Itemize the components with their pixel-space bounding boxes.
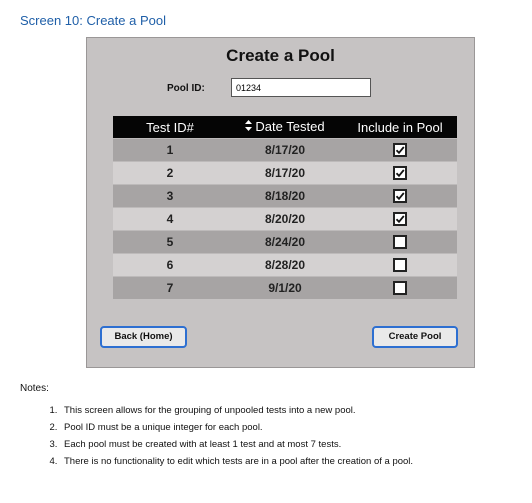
notes-list: This screen allows for the grouping of u… bbox=[40, 402, 530, 470]
header-include-label: Include in Pool bbox=[357, 119, 443, 135]
create-pool-panel: Create a Pool Pool ID: Test ID# Date Tes… bbox=[86, 37, 475, 368]
test-id-cell: 2 bbox=[113, 161, 227, 185]
note-item: This screen allows for the grouping of u… bbox=[60, 402, 530, 419]
date-tested-cell: 8/17/20 bbox=[227, 138, 343, 162]
test-id-cell: 3 bbox=[113, 184, 227, 208]
screen-title: Screen 10: Create a Pool bbox=[20, 13, 166, 28]
test-id-cell: 7 bbox=[113, 276, 227, 299]
create-pool-button[interactable]: Create Pool bbox=[372, 326, 458, 348]
pool-id-label: Pool ID: bbox=[167, 83, 205, 94]
include-checkbox[interactable] bbox=[393, 281, 407, 296]
date-tested-cell: 9/1/20 bbox=[227, 276, 343, 299]
include-checkbox[interactable] bbox=[393, 235, 407, 250]
date-tested-cell: 8/28/20 bbox=[227, 253, 343, 277]
test-id-cell: 6 bbox=[113, 253, 227, 277]
date-tested-cell: 8/20/20 bbox=[227, 207, 343, 231]
include-cell bbox=[343, 161, 457, 185]
notes-label: Notes: bbox=[20, 383, 49, 394]
include-checkbox-checked[interactable] bbox=[393, 212, 407, 227]
tests-table: Test ID# Date Tested Include in Pool 1 8/… bbox=[113, 116, 457, 299]
include-cell bbox=[343, 138, 457, 162]
note-item: There is no functionality to edit which … bbox=[60, 453, 530, 470]
test-id-cell: 1 bbox=[113, 138, 227, 162]
include-checkbox-checked[interactable] bbox=[393, 166, 407, 181]
include-checkbox-checked[interactable] bbox=[393, 189, 407, 204]
pool-id-input[interactable] bbox=[231, 78, 371, 97]
include-cell bbox=[343, 184, 457, 208]
table-row: 4 8/20/20 bbox=[113, 207, 457, 231]
table-row: 6 8/28/20 bbox=[113, 253, 457, 277]
table-row: 3 8/18/20 bbox=[113, 184, 457, 208]
include-cell bbox=[343, 253, 457, 277]
table-row: 7 9/1/20 bbox=[113, 276, 457, 299]
header-date-tested[interactable]: Date Tested bbox=[227, 116, 343, 139]
table-row: 1 8/17/20 bbox=[113, 138, 457, 162]
date-tested-cell: 8/24/20 bbox=[227, 230, 343, 254]
date-tested-cell: 8/18/20 bbox=[227, 184, 343, 208]
header-date-tested-label: Date Tested bbox=[255, 118, 325, 134]
header-test-id[interactable]: Test ID# bbox=[113, 116, 227, 139]
header-test-id-label: Test ID# bbox=[146, 119, 194, 135]
header-include[interactable]: Include in Pool bbox=[343, 116, 457, 139]
date-tested-cell: 8/17/20 bbox=[227, 161, 343, 185]
table-header-row: Test ID# Date Tested Include in Pool bbox=[113, 116, 457, 139]
include-checkbox-checked[interactable] bbox=[393, 143, 407, 158]
test-id-cell: 4 bbox=[113, 207, 227, 231]
include-cell bbox=[343, 230, 457, 254]
panel-title: Create a Pool bbox=[226, 46, 335, 65]
table-row: 5 8/24/20 bbox=[113, 230, 457, 254]
table-row: 2 8/17/20 bbox=[113, 161, 457, 185]
include-cell bbox=[343, 276, 457, 299]
note-item: Pool ID must be a unique integer for eac… bbox=[60, 419, 530, 436]
include-checkbox[interactable] bbox=[393, 258, 407, 273]
test-id-cell: 5 bbox=[113, 230, 227, 254]
note-item: Each pool must be created with at least … bbox=[60, 436, 530, 453]
back-home-button[interactable]: Back (Home) bbox=[100, 326, 187, 348]
include-cell bbox=[343, 207, 457, 231]
sort-icon[interactable] bbox=[245, 119, 253, 134]
